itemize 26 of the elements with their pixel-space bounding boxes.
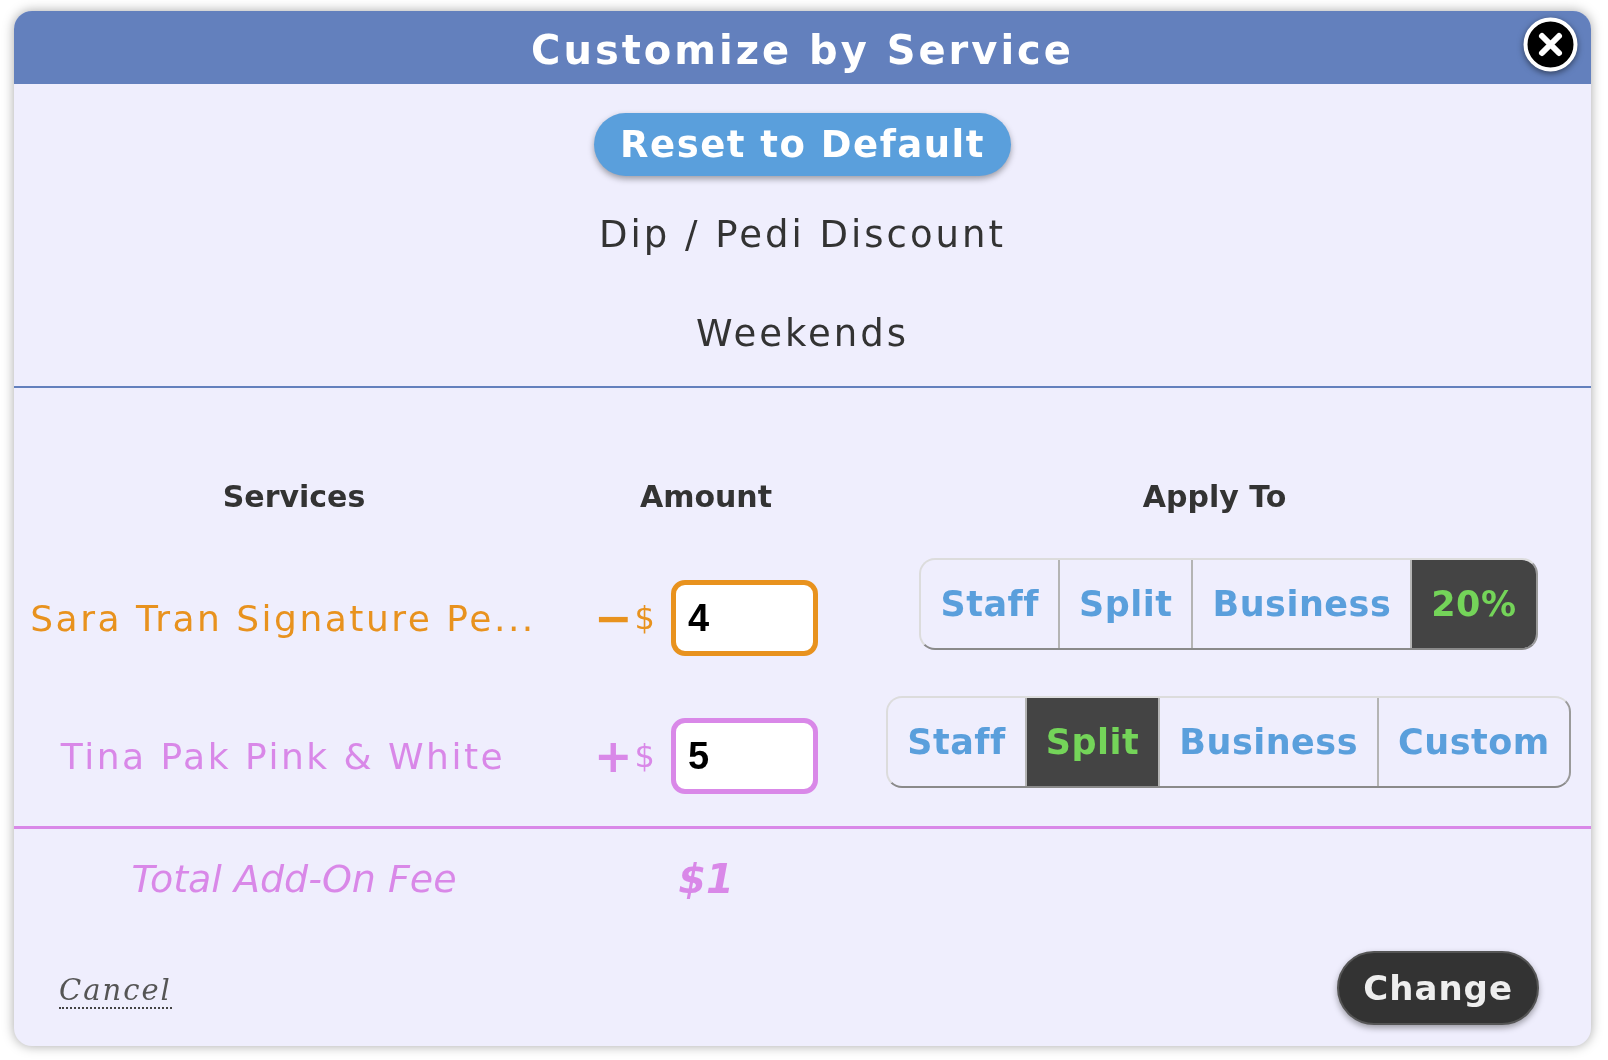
sign-symbol: − (594, 591, 633, 645)
currency-symbol: $ (634, 737, 655, 775)
apply-to-option[interactable]: Split (1024, 698, 1159, 786)
apply-to-option[interactable]: Business (1158, 698, 1378, 786)
amount-field[interactable]: 4 (670, 580, 818, 656)
service-name: Sara Tran Signature Pe... (30, 597, 536, 639)
cancel-link[interactable]: Cancel (59, 972, 172, 1009)
apply-to-option[interactable]: 20% (1410, 560, 1536, 648)
change-button[interactable]: Change (1337, 950, 1539, 1025)
apply-to-option[interactable]: Staff (921, 560, 1058, 648)
dialog-title: Customize by Service (531, 26, 1074, 73)
promotion-name: Dip / Pedi Discount (599, 212, 1006, 258)
sign-symbol: + (594, 729, 633, 783)
total-value: $1 (678, 856, 734, 902)
currency-symbol: $ (634, 599, 655, 637)
apply-to-option[interactable]: Staff (888, 698, 1025, 786)
column-header: Services (222, 478, 366, 516)
column-header: Amount (639, 478, 773, 516)
service-name: Tina Pak Pink & White (60, 735, 506, 777)
promotion-schedule: Weekends (696, 311, 909, 357)
reset-to-default-button[interactable]: Reset to Default (594, 113, 1011, 176)
column-header: Apply To (1142, 478, 1287, 516)
total-label: Total Add-On Fee (131, 857, 457, 901)
apply-to-option[interactable]: Split (1058, 560, 1192, 648)
apply-to-option[interactable]: Custom (1377, 698, 1569, 786)
amount-field[interactable]: 5 (670, 718, 818, 794)
